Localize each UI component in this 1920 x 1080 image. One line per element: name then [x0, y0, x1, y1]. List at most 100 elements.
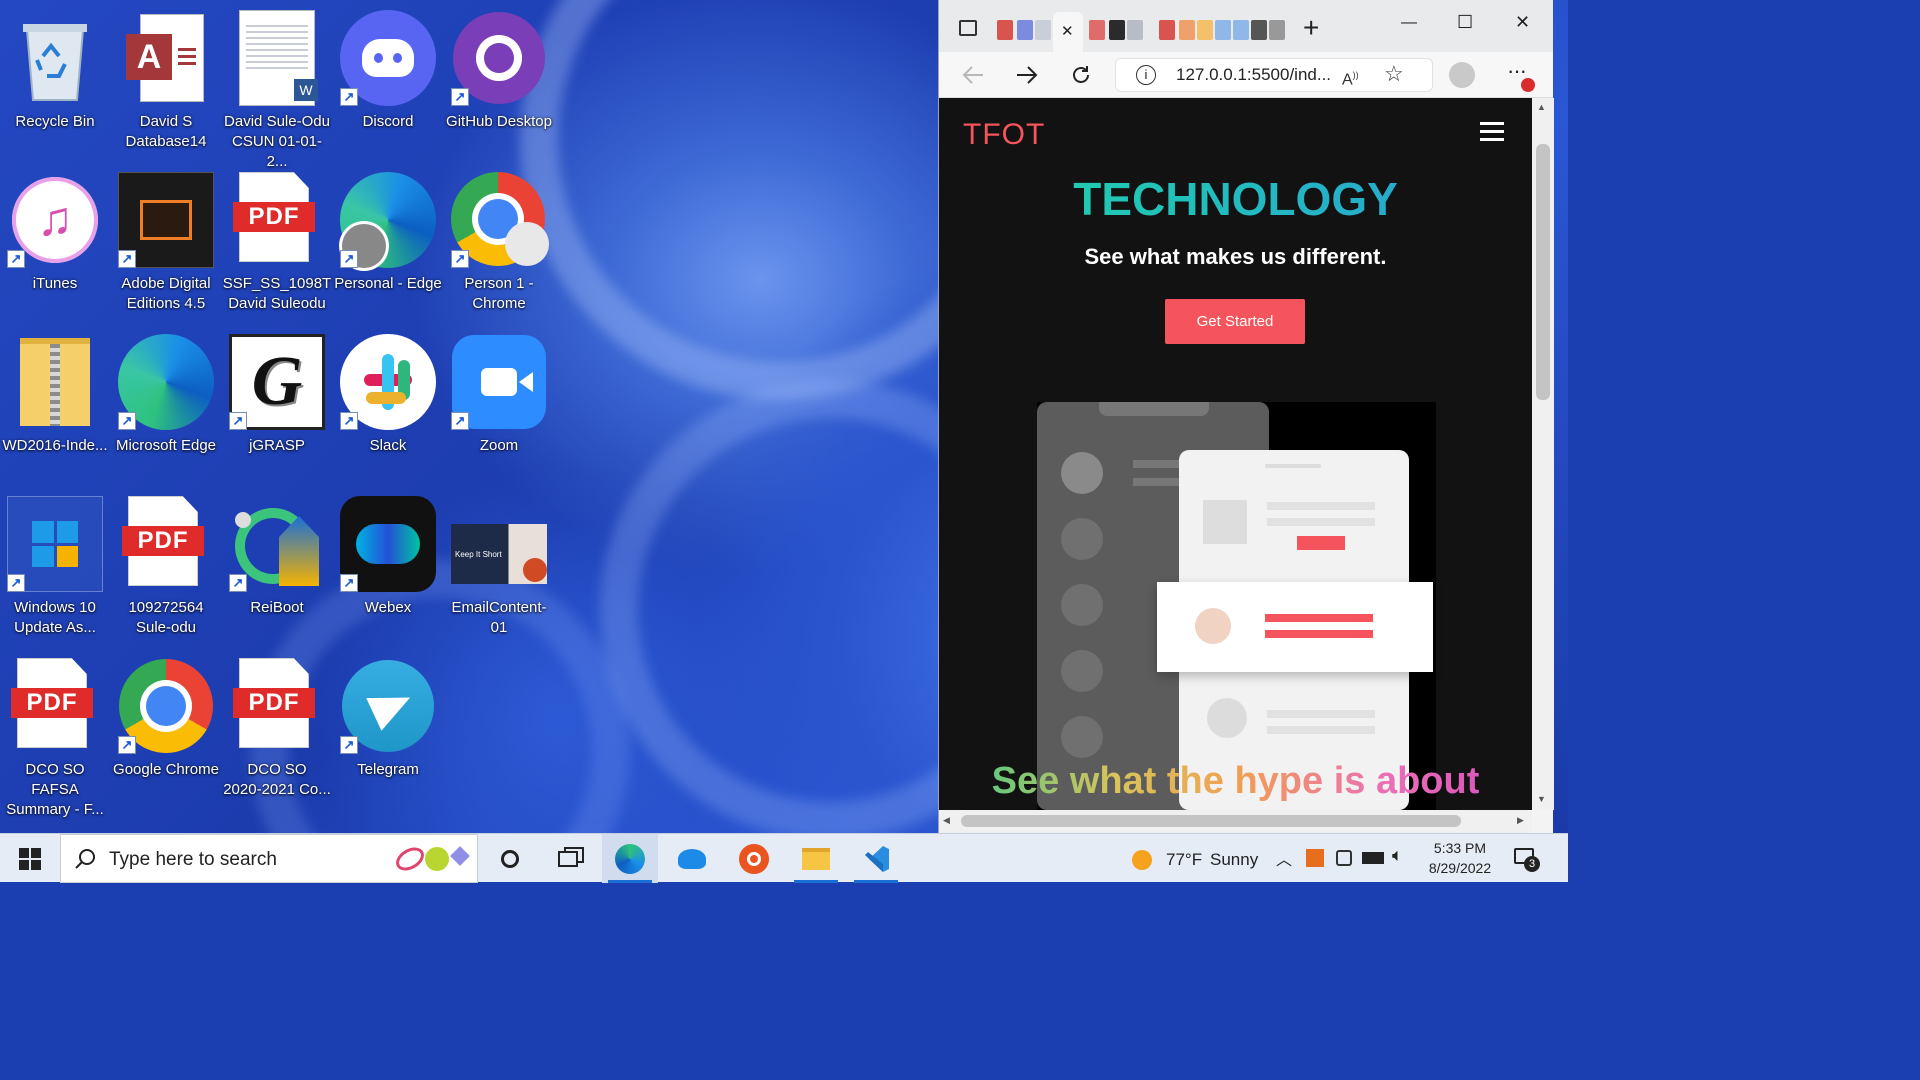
- desktop-shortcut[interactable]: ↗ ReiBoot: [222, 490, 332, 650]
- tab-favicon[interactable]: [1233, 20, 1249, 40]
- tab-actions-icon[interactable]: [959, 20, 977, 36]
- edge-icon: ↗: [118, 334, 214, 430]
- active-tab[interactable]: ✕: [1053, 12, 1083, 52]
- desktop-shortcut[interactable]: PDF DCO SO 2020-2021 Co...: [222, 652, 332, 812]
- desktop-shortcut-label: Microsoft Edge: [115, 437, 217, 454]
- navigation-bar: i 127.0.0.1:5500/ind... A)) ☆ ···: [939, 52, 1553, 98]
- tab-favicon[interactable]: [1215, 20, 1231, 40]
- profile-avatar[interactable]: [1449, 62, 1475, 88]
- hero-illustration: [1037, 402, 1436, 810]
- shortcut-arrow-icon: ↗: [229, 412, 247, 430]
- tab-favicon[interactable]: [1251, 20, 1267, 40]
- meet-now-icon[interactable]: [1336, 850, 1352, 866]
- tab-favicon[interactable]: [1269, 20, 1285, 40]
- minimize-button[interactable]: —: [1401, 14, 1417, 32]
- read-aloud-icon[interactable]: A)): [1342, 59, 1359, 96]
- zip-folder-icon: [7, 334, 103, 430]
- desktop-shortcut-label: iTunes: [32, 275, 78, 292]
- cortana-button[interactable]: [482, 834, 538, 883]
- cortana-icon: [501, 849, 519, 868]
- scrollbar-thumb[interactable]: [961, 815, 1461, 827]
- notifications-button[interactable]: 3: [1512, 846, 1540, 872]
- shortcut-arrow-icon: ↗: [451, 412, 469, 430]
- webex-icon: ↗: [340, 496, 436, 592]
- taskbar-search-box[interactable]: Type here to search: [60, 834, 478, 883]
- get-started-button[interactable]: Get Started: [1165, 299, 1305, 344]
- desktop-shortcut[interactable]: PDF SSF_SS_1098T David Suleodu: [222, 166, 332, 326]
- desktop-shortcut[interactable]: ↗ Discord: [333, 4, 443, 164]
- back-icon[interactable]: [961, 64, 985, 86]
- desktop-shortcut[interactable]: ↗ Zoom: [444, 328, 554, 488]
- start-button[interactable]: [2, 834, 58, 883]
- desktop-shortcut-label: WD2016-Inde...: [2, 437, 108, 454]
- forward-icon[interactable]: [1015, 64, 1039, 86]
- battery-icon[interactable]: [1362, 852, 1384, 864]
- pdf-icon: PDF: [118, 496, 214, 592]
- desktop-shortcut[interactable]: A David S Database14: [111, 4, 221, 164]
- add-favorite-icon[interactable]: ☆: [1384, 58, 1404, 90]
- desktop-shortcut[interactable]: W David Sule-Odu CSUN 01-01-2...: [222, 4, 332, 170]
- desktop-shortcut[interactable]: ↗ Windows 10 Update As...: [0, 490, 110, 650]
- shortcut-arrow-icon: ↗: [118, 250, 136, 268]
- desktop-shortcut-label: DCO SO 2020-2021 Co...: [223, 761, 331, 798]
- tray-app-icon[interactable]: [1306, 849, 1324, 867]
- show-hidden-icons-chevron-icon[interactable]: ︿: [1276, 846, 1292, 870]
- weather-widget[interactable]: 77°F Sunny: [1128, 844, 1262, 874]
- shortcut-arrow-icon: ↗: [7, 574, 25, 592]
- desktop-shortcut[interactable]: ↗ Telegram: [333, 652, 443, 812]
- desktop-shortcut[interactable]: ↗ Microsoft Edge: [111, 328, 221, 488]
- tab-favicon[interactable]: [1035, 20, 1051, 40]
- desktop-shortcut[interactable]: Keep It Short EmailContent-01: [444, 490, 554, 650]
- tab-favicon[interactable]: [1017, 20, 1033, 40]
- tab-favicon[interactable]: [1127, 20, 1143, 40]
- tab-favicon[interactable]: [1089, 20, 1105, 40]
- chrome-profile-icon: ↗: [451, 172, 549, 268]
- vertical-scrollbar[interactable]: ▲ ▼: [1532, 98, 1554, 810]
- desktop-shortcut[interactable]: ↗ Google Chrome: [111, 652, 221, 812]
- section-heading: See what the hype is about: [939, 760, 1532, 803]
- desktop-shortcut[interactable]: ↗ Personal - Edge: [333, 166, 443, 326]
- desktop-shortcut[interactable]: ↗ Adobe Digital Editions 4.5: [111, 166, 221, 326]
- desktop-shortcut[interactable]: ↗ GitHub Desktop: [444, 4, 554, 164]
- horizontal-scrollbar[interactable]: ◀ ▶: [939, 810, 1532, 833]
- new-tab-button[interactable]: +: [1303, 12, 1319, 44]
- taskbar-onedrive[interactable]: [664, 834, 720, 883]
- tab-favicon[interactable]: [1179, 20, 1195, 40]
- github-desktop-icon: ↗: [451, 10, 547, 106]
- refresh-icon[interactable]: [1069, 63, 1093, 87]
- site-info-icon[interactable]: i: [1136, 65, 1156, 85]
- maximize-button[interactable]: ☐: [1457, 12, 1473, 33]
- close-tab-icon[interactable]: ✕: [1061, 22, 1074, 40]
- desktop-shortcut[interactable]: Recycle Bin: [0, 4, 110, 164]
- desktop-shortcut[interactable]: ↗ Webex: [333, 490, 443, 650]
- site-logo[interactable]: TFOT: [963, 118, 1045, 152]
- hamburger-menu-icon[interactable]: [1480, 122, 1504, 142]
- taskbar-edge[interactable]: [602, 834, 658, 883]
- taskbar-file-explorer[interactable]: [788, 834, 844, 883]
- task-view-button[interactable]: [540, 834, 596, 883]
- tab-favicon[interactable]: [1197, 20, 1213, 40]
- shortcut-arrow-icon: ↗: [7, 250, 25, 268]
- search-placeholder: Type here to search: [109, 849, 277, 870]
- desktop-shortcut[interactable]: ↗ Slack: [333, 328, 443, 488]
- address-bar[interactable]: i 127.0.0.1:5500/ind... A)) ☆: [1115, 58, 1433, 92]
- desktop-shortcut[interactable]: G ↗ jGRASP: [222, 328, 332, 488]
- scrollbar-thumb[interactable]: [1536, 144, 1550, 400]
- tab-favicon[interactable]: [1159, 20, 1175, 40]
- discord-icon: ↗: [340, 10, 436, 106]
- desktop-shortcut[interactable]: PDF DCO SO FAFSA Summary - F...: [0, 652, 110, 818]
- volume-icon[interactable]: 🔈︎: [1392, 845, 1403, 866]
- clock[interactable]: 5:33 PM 8/29/2022: [1420, 838, 1500, 878]
- tab-favicon[interactable]: [1109, 20, 1125, 40]
- desktop-shortcut[interactable]: ↗ Person 1 - Chrome: [444, 166, 554, 326]
- desktop-shortcut-label: ReiBoot: [250, 599, 304, 616]
- desktop-shortcut[interactable]: PDF 109272564 Sule-odu: [111, 490, 221, 650]
- taskbar-vscode[interactable]: [848, 834, 904, 883]
- zoom-icon: ↗: [451, 334, 547, 430]
- desktop-shortcut[interactable]: WD2016-Inde...: [0, 328, 110, 488]
- desktop-shortcut[interactable]: ♫ ↗ iTunes: [0, 166, 110, 326]
- tab-favicon[interactable]: [997, 20, 1013, 40]
- close-window-button[interactable]: ✕: [1515, 12, 1530, 33]
- taskbar-ubuntu[interactable]: [726, 834, 782, 883]
- desktop-shortcut-label: David Sule-Odu CSUN 01-01-2...: [224, 113, 330, 170]
